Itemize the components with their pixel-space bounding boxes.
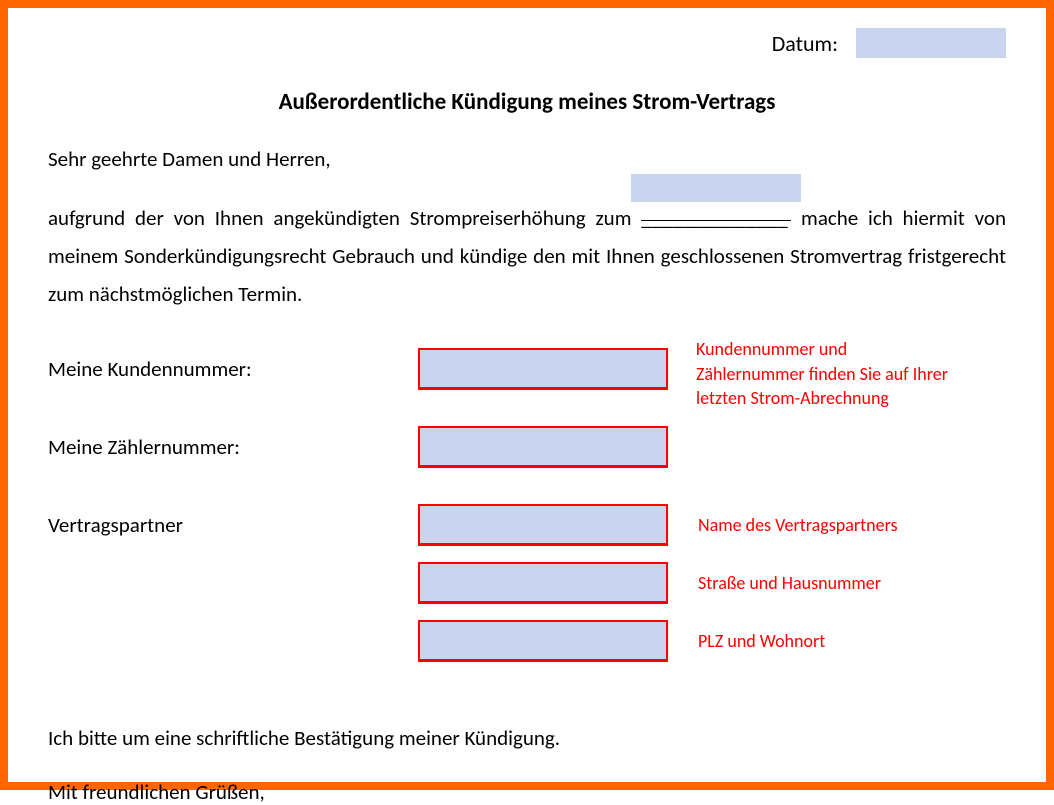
note-name: Name des Vertragspartners <box>698 514 898 537</box>
row-vertragspartner-plz: PLZ und Wohnort <box>48 617 1006 665</box>
body-paragraph: aufgrund der von Ihnen angekündigten Str… <box>48 200 1006 313</box>
row-zaehlernummer: Meine Zählernummer: <box>48 423 1006 471</box>
note-kunden-zaehler: Kundennummer und Zählernummer finden Sie… <box>696 337 956 410</box>
date-label: Datum: <box>772 30 838 57</box>
input-vertragspartner-strasse[interactable] <box>418 562 668 604</box>
input-vertragspartner-plz[interactable] <box>418 620 668 662</box>
price-increase-underline: ______________ <box>641 200 791 221</box>
closing-request: Ich bitte um eine schriftliche Bestätigu… <box>48 725 1006 751</box>
row-vertragspartner-name: Vertragspartner Name des Vertragspartner… <box>48 501 1006 549</box>
closing-greeting: Mit freundlichen Grüßen, <box>48 779 1006 805</box>
price-increase-date-input[interactable] <box>631 174 801 202</box>
label-zaehlernummer: Meine Zählernummer: <box>48 434 418 460</box>
label-vertragspartner: Vertragspartner <box>48 512 418 538</box>
document-title: Außerordentliche Kündigung meines Strom-… <box>48 88 1006 116</box>
input-kundennummer[interactable] <box>418 348 668 390</box>
spacer <box>48 481 1006 501</box>
note-plz: PLZ und Wohnort <box>698 630 825 653</box>
body-part1: aufgrund der von Ihnen angekündigten Str… <box>48 205 641 231</box>
input-zaehlernummer[interactable] <box>418 426 668 468</box>
row-vertragspartner-strasse: Straße und Hausnummer <box>48 559 1006 607</box>
form-section: Kundennummer und Zählernummer finden Sie… <box>48 345 1006 665</box>
price-increase-date-wrap: ______________ <box>641 200 791 238</box>
note-strasse: Straße und Hausnummer <box>698 572 881 595</box>
input-vertragspartner-name[interactable] <box>418 504 668 546</box>
date-input[interactable] <box>856 28 1006 58</box>
salutation: Sehr geehrte Damen und Herren, <box>48 146 1006 172</box>
date-row: Datum: <box>48 28 1006 58</box>
document-page: Datum: Außerordentliche Kündigung meines… <box>0 0 1054 790</box>
label-kundennummer: Meine Kundennummer: <box>48 356 418 382</box>
